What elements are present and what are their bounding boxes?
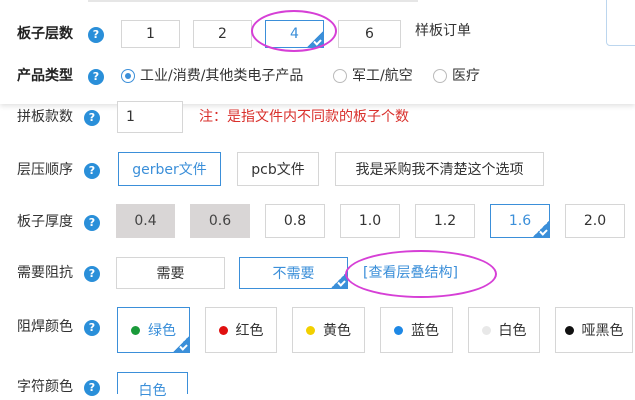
solder-mask-option-green[interactable]: 绿色 [117,307,190,353]
stack-order-option-unknown[interactable]: 我是采购我不清楚这个选项 [335,152,544,186]
product-type-military-label: 军工/航空 [352,68,413,84]
solder-mask-white-label: 白色 [498,323,527,339]
stack-order-help-icon[interactable]: ? [84,163,100,179]
white-swatch-icon [481,325,491,335]
layers-option-6[interactable]: 6 [338,20,401,48]
selected-check-icon [532,220,550,238]
yellow-swatch-icon [306,325,315,335]
thickness-option-0-8[interactable]: 0.8 [265,204,325,238]
panel-count-note: 注：是指文件内不同款的板子个数 [199,109,409,125]
solder-mask-help-icon[interactable]: ? [84,320,100,336]
product-type-industrial-label: 工业/消费/其他类电子产品 [140,68,304,84]
solder-mask-option-yellow[interactable]: 黄色 [292,307,365,353]
solder-mask-option-red[interactable]: 红色 [205,307,277,353]
thickness-label: 板子厚度 [17,214,73,230]
side-box [606,0,635,46]
panel-count-help-icon[interactable]: ? [84,110,100,126]
header-top-border [88,0,418,2]
product-type-radio-military[interactable] [333,69,347,83]
solder-mask-matte-black-label: 哑黑色 [581,323,624,339]
thickness-option-2-0[interactable]: 2.0 [565,204,625,238]
solder-mask-red-label: 红色 [235,323,264,339]
solder-mask-blue-label: 蓝色 [411,323,439,339]
panel-count-label: 拼板款数 [17,109,73,125]
silkscreen-label: 字符颜色 [17,379,73,395]
thickness-option-1-6[interactable]: 1.6 [490,204,550,238]
solder-mask-option-matte-black[interactable]: 哑黑色 [555,307,633,353]
layers-option-1[interactable]: 1 [121,20,180,48]
layers-help-icon[interactable]: ? [88,27,104,43]
product-type-help-icon[interactable]: ? [88,69,104,85]
thickness-option-0-4[interactable]: 0.4 [116,204,175,238]
red-swatch-icon [218,325,228,335]
selected-check-icon [172,335,190,353]
thickness-option-1-0[interactable]: 1.0 [340,204,400,238]
thickness-help-icon[interactable]: ? [84,215,100,231]
order-header-panel: 板子层数 ? 1 2 4 6 样板订单 产品类型 ? 工业/消费/其他类电子产品… [0,0,635,104]
silkscreen-option-white[interactable]: 白色 [117,372,188,399]
panel-count-input[interactable] [117,101,183,133]
solder-mask-option-white[interactable]: 白色 [468,307,540,353]
impedance-option-no[interactable]: 不需要 [239,257,348,289]
sample-order-text: 样板订单 [415,23,471,39]
thickness-option-0-6[interactable]: 0.6 [190,204,250,238]
solder-mask-option-blue[interactable]: 蓝色 [380,307,453,353]
highlight-circle-stack-link [345,250,497,298]
stack-order-option-pcb[interactable]: pcb文件 [237,152,319,186]
thickness-option-1-6-label: 1.6 [508,213,532,229]
highlight-circle-layers [251,10,337,52]
impedance-option-yes[interactable]: 需要 [116,257,225,289]
silkscreen-white-label: 白色 [138,383,167,399]
impedance-help-icon[interactable]: ? [84,266,100,282]
thickness-option-1-2[interactable]: 1.2 [415,204,475,238]
black-swatch-icon [564,325,574,335]
layers-option-2[interactable]: 2 [193,20,252,48]
green-swatch-icon [131,325,140,335]
product-type-radio-industrial[interactable] [121,69,135,83]
solder-mask-label: 阻焊颜色 [17,319,73,335]
impedance-option-no-label: 不需要 [272,266,315,282]
product-type-radio-medical[interactable] [433,69,447,83]
blue-swatch-icon [394,325,403,335]
stack-order-option-gerber[interactable]: gerber文件 [118,152,221,186]
product-type-medical-label: 医疗 [452,68,480,84]
solder-mask-yellow-label: 黄色 [323,323,351,339]
stack-order-label: 层压顺序 [17,162,73,178]
layers-label: 板子层数 [17,26,73,42]
impedance-label: 需要阻抗 [17,265,73,281]
product-type-label: 产品类型 [17,68,73,84]
